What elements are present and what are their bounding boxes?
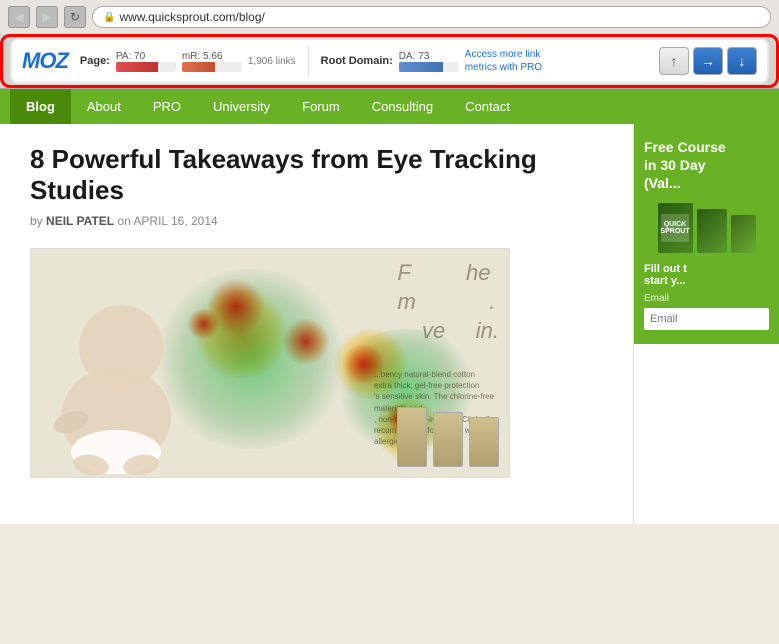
email-input[interactable]	[644, 308, 769, 330]
moz-page-section: Page: PA: 70 mR: 5.66 1,906 links	[80, 51, 296, 72]
article-title: 8 Powerful Takeaways from Eye Tracking S…	[30, 144, 603, 206]
browser-toolbar: ◀ ▶ ↻ 🔒 www.quicksprout.com/blog/	[0, 0, 779, 34]
moz-right-button[interactable]: →	[693, 47, 723, 75]
address-bar[interactable]: 🔒 www.quicksprout.com/blog/	[92, 6, 771, 28]
sidebar: Free Coursein 30 Day(Val... QUICKSPROUT …	[634, 124, 779, 524]
moz-divider	[308, 46, 309, 76]
sidebar-widget: Free Coursein 30 Day(Val... QUICKSPROUT …	[634, 124, 779, 344]
moz-bar: MOZ Page: PA: 70 mR: 5.66 1,906 links Ro…	[10, 38, 769, 84]
moz-logo: MOZ	[22, 48, 68, 74]
moz-up-button[interactable]: ↑	[659, 47, 689, 75]
pa-metric: PA: 70	[116, 51, 176, 72]
mr-metric: mR: 5.66	[182, 51, 242, 72]
page-label: Page:	[80, 55, 110, 67]
sidebar-books: QUICKSPROUT	[644, 203, 769, 253]
browser-chrome: ◀ ▶ ↻ 🔒 www.quicksprout.com/blog/ MOZ Pa…	[0, 0, 779, 89]
heatmap-image: F he m . ve in.	[30, 248, 510, 478]
lock-icon: 🔒	[103, 12, 115, 23]
article-byline: by NEIL PATEL on APRIL 16, 2014	[30, 214, 603, 228]
main-content: 8 Powerful Takeaways from Eye Tracking S…	[0, 124, 779, 524]
da-label: DA: 73	[399, 51, 430, 62]
pa-bar	[116, 62, 176, 72]
product-stacks	[397, 407, 499, 467]
pa-label: PA: 70	[116, 51, 145, 62]
forward-button[interactable]: ▶	[36, 6, 58, 28]
site-header: Blog About PRO University Forum Consulti…	[0, 89, 779, 124]
nav-item-forum[interactable]: Forum	[286, 89, 356, 124]
article-area: 8 Powerful Takeaways from Eye Tracking S…	[0, 124, 634, 524]
access-more-link[interactable]: Access more link metrics with PRO	[465, 48, 542, 74]
email-label: Email	[644, 293, 769, 304]
nav-item-consulting[interactable]: Consulting	[356, 89, 449, 124]
article-date: APRIL 16, 2014	[133, 214, 217, 228]
nav-item-university[interactable]: University	[197, 89, 286, 124]
sidebar-widget-title: Free Coursein 30 Day(Val...	[644, 138, 769, 193]
back-button[interactable]: ◀	[8, 6, 30, 28]
nav-item-blog[interactable]: Blog	[10, 89, 71, 124]
article-author: NEIL PATEL	[46, 214, 114, 228]
mr-bar	[182, 62, 242, 72]
nav-item-about[interactable]: About	[71, 89, 137, 124]
url-text: www.quicksprout.com/blog/	[119, 10, 264, 24]
baby-silhouette	[31, 277, 211, 477]
nav-item-contact[interactable]: Contact	[449, 89, 526, 124]
moz-down-button[interactable]: ↓	[727, 47, 757, 75]
moz-domain-section: Root Domain: DA: 73 Access more link met…	[321, 48, 542, 74]
root-label: Root Domain:	[321, 55, 393, 67]
moz-actions: ↑ → ↓	[659, 47, 757, 75]
refresh-button[interactable]: ↻	[64, 6, 86, 28]
links-text: 1,906 links	[248, 56, 296, 67]
site-nav: Blog About PRO University Forum Consulti…	[0, 89, 779, 124]
mr-label: mR: 5.66	[182, 51, 223, 62]
da-metric: DA: 73	[399, 51, 459, 72]
da-bar	[399, 62, 459, 72]
nav-item-pro[interactable]: PRO	[137, 89, 197, 124]
sidebar-form-title: Fill out tstart y...	[644, 263, 769, 287]
